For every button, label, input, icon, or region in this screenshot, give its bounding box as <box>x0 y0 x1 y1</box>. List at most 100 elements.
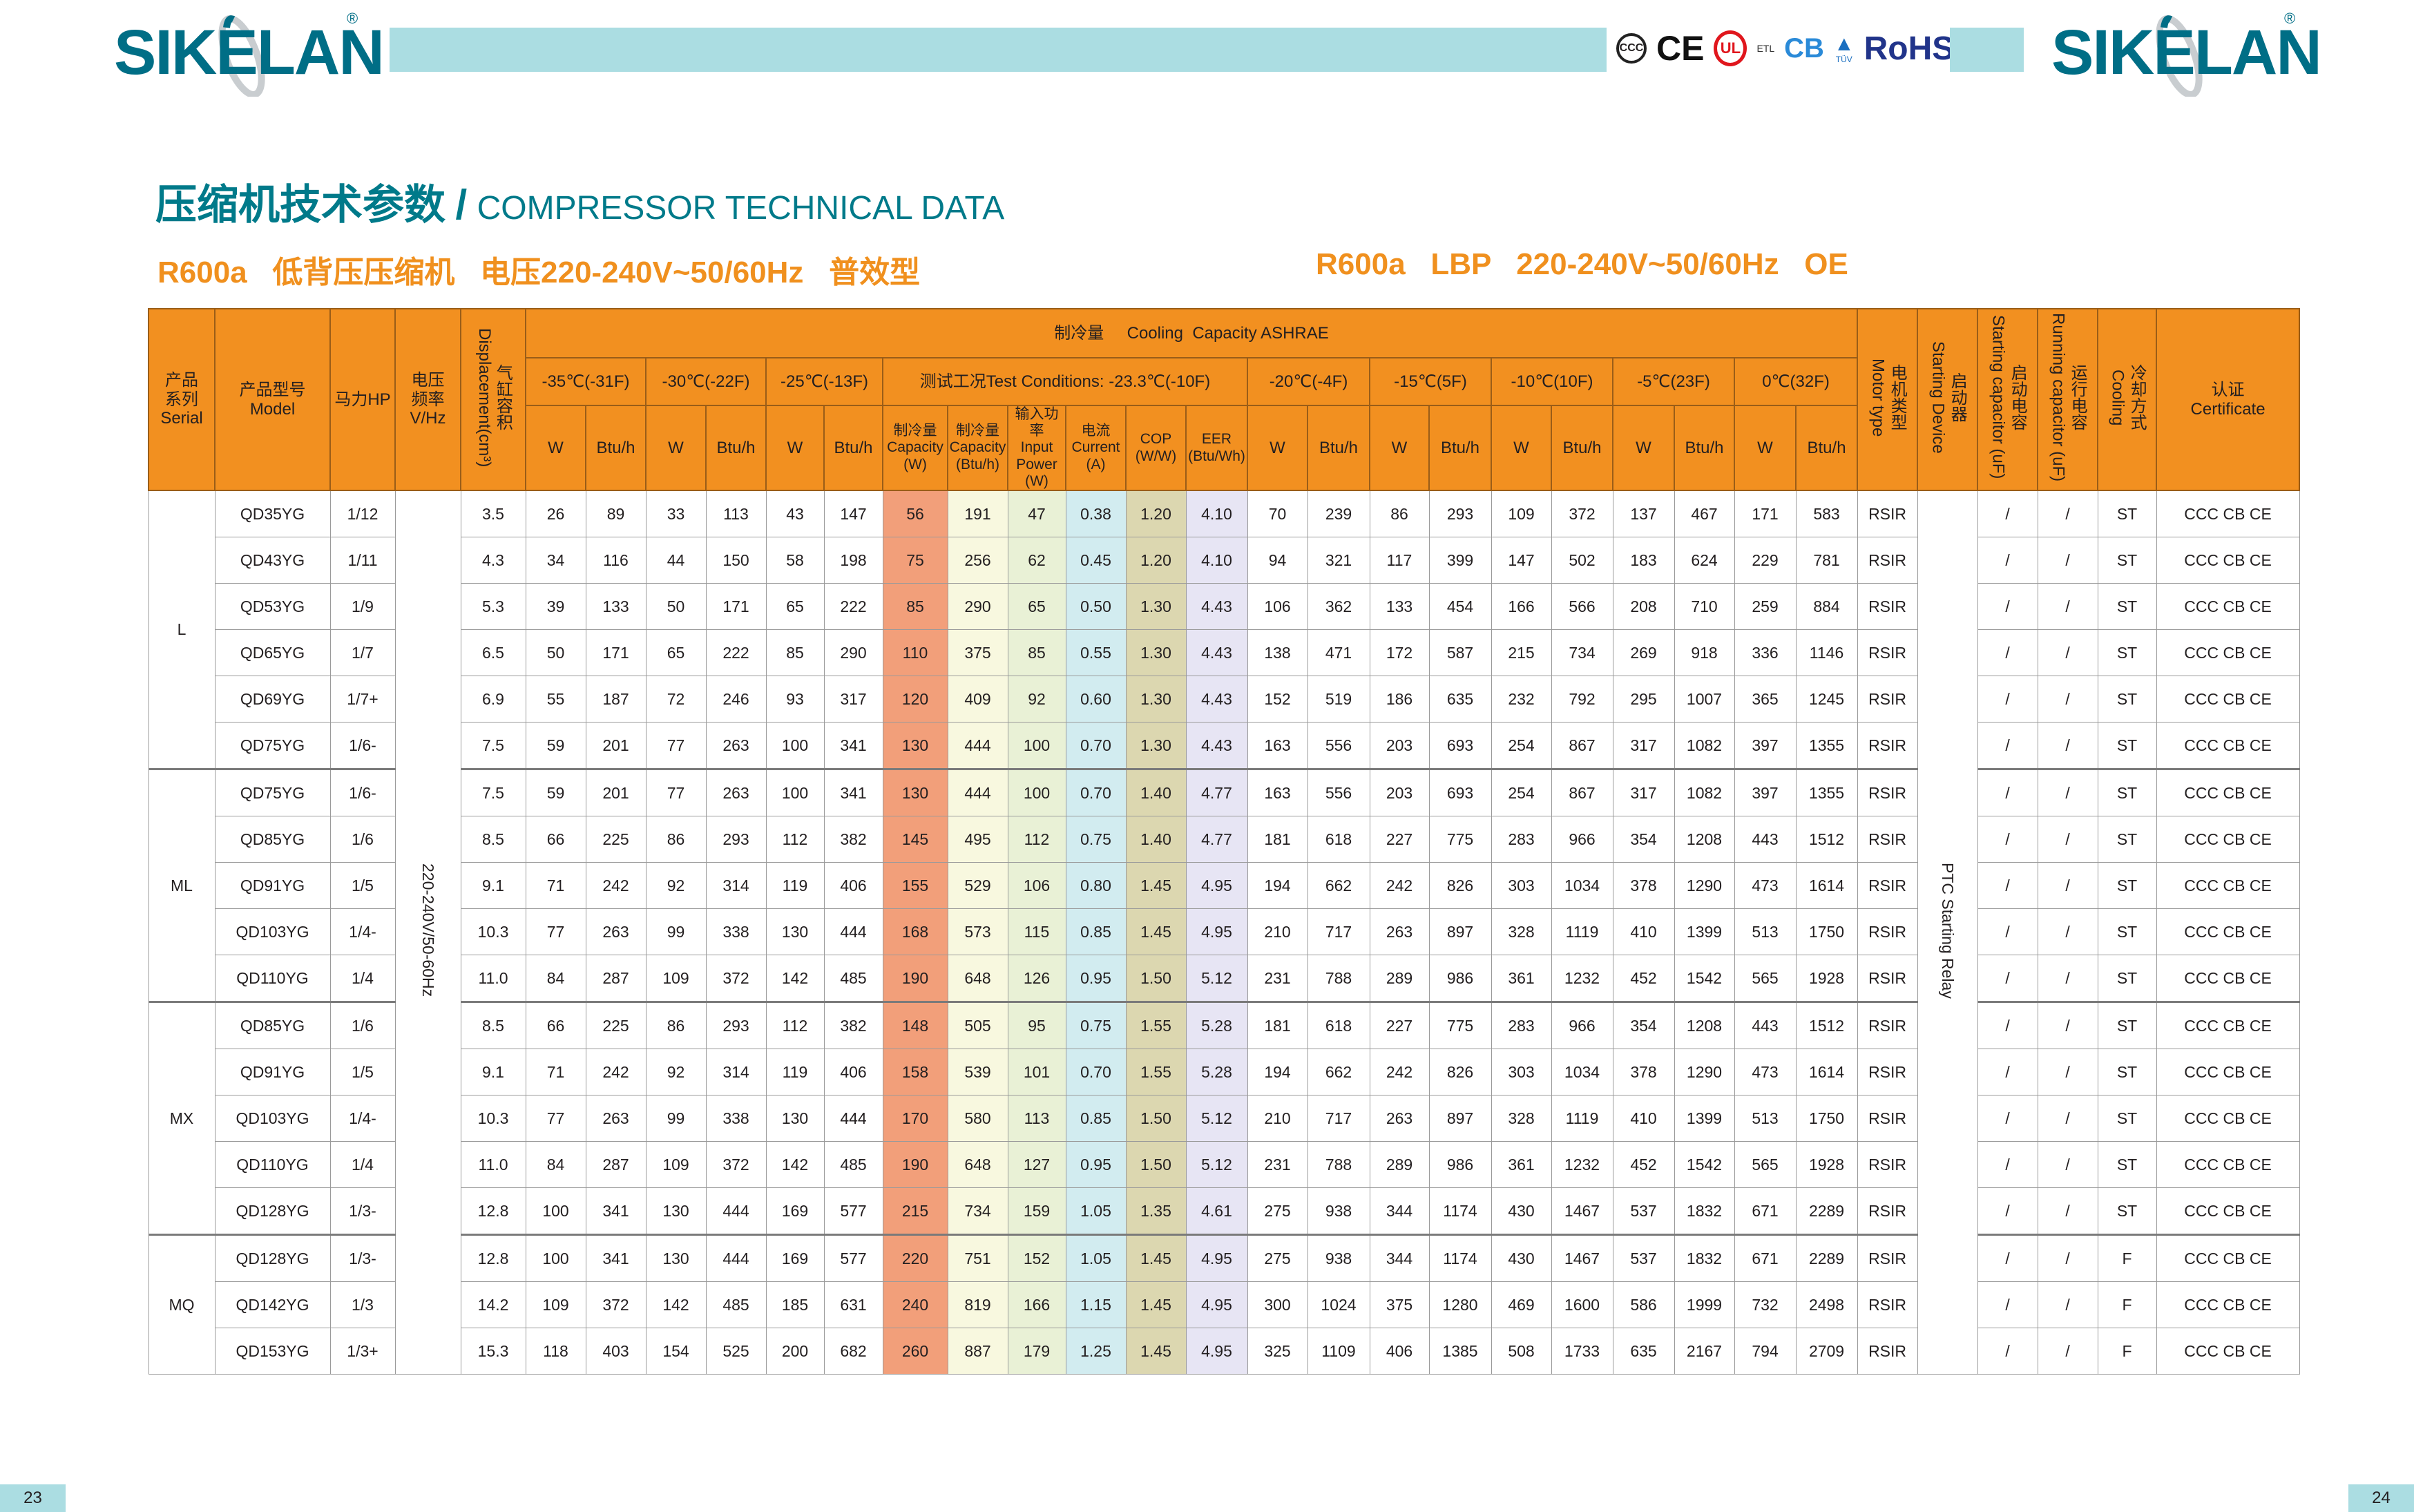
header-test-col: 制冷量 Capacity (Btu/h) <box>947 405 1008 491</box>
value-cell: 443 <box>1734 1001 1797 1049</box>
certificate-cell: CCC CB CE <box>2156 629 2300 676</box>
value-cell: 55 <box>525 676 586 722</box>
value-cell: 256 <box>947 537 1008 584</box>
value-cell: 1174 <box>1428 1187 1492 1235</box>
value-cell: 142 <box>765 955 825 1002</box>
value-cell: 5.12 <box>1185 955 1248 1002</box>
certificate-cell: CCC CB CE <box>2156 816 2300 863</box>
value-cell: 887 <box>947 1328 1008 1375</box>
certificate-cell: CCC CB CE <box>2156 955 2300 1002</box>
value-cell: 378 <box>1612 1049 1675 1095</box>
header-unit-btu: Btu/h <box>585 405 646 491</box>
cooling-cell: ST <box>2097 1187 2157 1235</box>
cooling-cell: ST <box>2097 537 2157 584</box>
running-capacitor-cell: / <box>2037 1328 2098 1375</box>
value-cell: 354 <box>1612 816 1675 863</box>
value-cell: 231 <box>1247 955 1308 1002</box>
header-certificate: 认证 Certificate <box>2156 308 2301 491</box>
value-cell: 662 <box>1307 862 1370 909</box>
registered-mark: ® <box>2284 10 2296 27</box>
hp-cell: 1/7 <box>329 629 396 676</box>
value-cell: 186 <box>1369 676 1430 722</box>
value-cell: 918 <box>1674 629 1735 676</box>
header-unit-w: W <box>525 405 586 491</box>
header-motor-cn: 电机类型 <box>1888 364 1907 431</box>
starting-capacitor-cell: / <box>1977 629 2038 676</box>
value-cell: 566 <box>1551 583 1613 630</box>
hp-cell: 1/6 <box>329 1001 396 1049</box>
value-cell: 133 <box>1369 583 1430 630</box>
starting-capacitor-cell: / <box>1977 1095 2038 1142</box>
value-cell: 467 <box>1674 490 1735 537</box>
value-cell: 635 <box>1612 1328 1675 1375</box>
value-cell: 485 <box>705 1281 767 1328</box>
certificate-cell: CCC CB CE <box>2156 1001 2300 1049</box>
value-cell: 1208 <box>1674 816 1735 863</box>
value-cell: 328 <box>1491 1095 1552 1142</box>
value-cell: 513 <box>1734 908 1797 955</box>
value-cell: 1.20 <box>1125 537 1187 584</box>
certificate-cell: CCC CB CE <box>2156 490 2300 537</box>
value-cell: 1208 <box>1674 1001 1735 1049</box>
value-cell: 648 <box>947 955 1008 1002</box>
value-cell: 444 <box>705 1234 767 1282</box>
certificate-cell: CCC CB CE <box>2156 1095 2300 1142</box>
value-cell: 5.28 <box>1185 1001 1248 1049</box>
header-starting-cn: 启动器 <box>1948 372 1967 423</box>
value-cell: 269 <box>1612 629 1675 676</box>
tuv-logo: ▲ TÜV <box>1834 32 1855 64</box>
brand-name: SIKELAN <box>2051 17 2322 88</box>
value-cell: 34 <box>525 537 586 584</box>
cooling-cell: ST <box>2097 862 2157 909</box>
cooling-cell: F <box>2097 1234 2157 1282</box>
value-cell: 966 <box>1551 816 1613 863</box>
cooling-cell: F <box>2097 1281 2157 1328</box>
value-cell: 1512 <box>1795 1001 1858 1049</box>
value-cell: 317 <box>1612 722 1675 769</box>
value-cell: 775 <box>1428 1001 1492 1049</box>
value-cell: 171 <box>1734 490 1797 537</box>
motor-type-cell: RSIR <box>1857 816 1918 863</box>
value-cell: 344 <box>1369 1187 1430 1235</box>
value-cell: 194 <box>1247 862 1308 909</box>
value-cell: 4.77 <box>1185 816 1248 863</box>
header-condition: -5℃(23F) <box>1612 357 1735 406</box>
value-cell: 130 <box>645 1234 707 1282</box>
cooling-cell: ST <box>2097 955 2157 1002</box>
model-cell: QD110YG <box>214 1141 331 1188</box>
value-cell: 452 <box>1612 955 1675 1002</box>
value-cell: 556 <box>1307 722 1370 769</box>
value-cell: 1467 <box>1551 1234 1613 1282</box>
value-cell: 556 <box>1307 768 1370 816</box>
value-cell: 710 <box>1674 583 1735 630</box>
value-cell: 1.05 <box>1065 1187 1127 1235</box>
motor-type-cell: RSIR <box>1857 862 1918 909</box>
value-cell: 382 <box>823 816 883 863</box>
value-cell: 1146 <box>1795 629 1858 676</box>
value-cell: 338 <box>705 908 767 955</box>
value-cell: 163 <box>1247 768 1308 816</box>
value-cell: 867 <box>1551 722 1613 769</box>
value-cell: 0.75 <box>1065 816 1127 863</box>
value-cell: 671 <box>1734 1187 1797 1235</box>
brand-logo-right: SIKELAN ® <box>2048 10 2322 97</box>
value-cell: 0.60 <box>1065 676 1127 722</box>
value-cell: 495 <box>947 816 1008 863</box>
cooling-cell: ST <box>2097 583 2157 630</box>
value-cell: 92 <box>645 1049 707 1095</box>
certificate-cell: CCC CB CE <box>2156 908 2300 955</box>
value-cell: 0.70 <box>1065 768 1127 816</box>
header-unit-btu: Btu/h <box>823 405 883 491</box>
motor-type-cell: RSIR <box>1857 1328 1918 1375</box>
value-cell: 409 <box>947 676 1008 722</box>
value-cell: 618 <box>1307 816 1370 863</box>
value-cell: 59 <box>525 722 586 769</box>
value-cell: 191 <box>947 490 1008 537</box>
value-cell: 130 <box>765 908 825 955</box>
value-cell: 365 <box>1734 676 1797 722</box>
value-cell: 263 <box>705 722 767 769</box>
value-cell: 565 <box>1734 955 1797 1002</box>
value-cell: 826 <box>1428 862 1492 909</box>
value-cell: 39 <box>525 583 586 630</box>
value-cell: 275 <box>1247 1187 1308 1235</box>
